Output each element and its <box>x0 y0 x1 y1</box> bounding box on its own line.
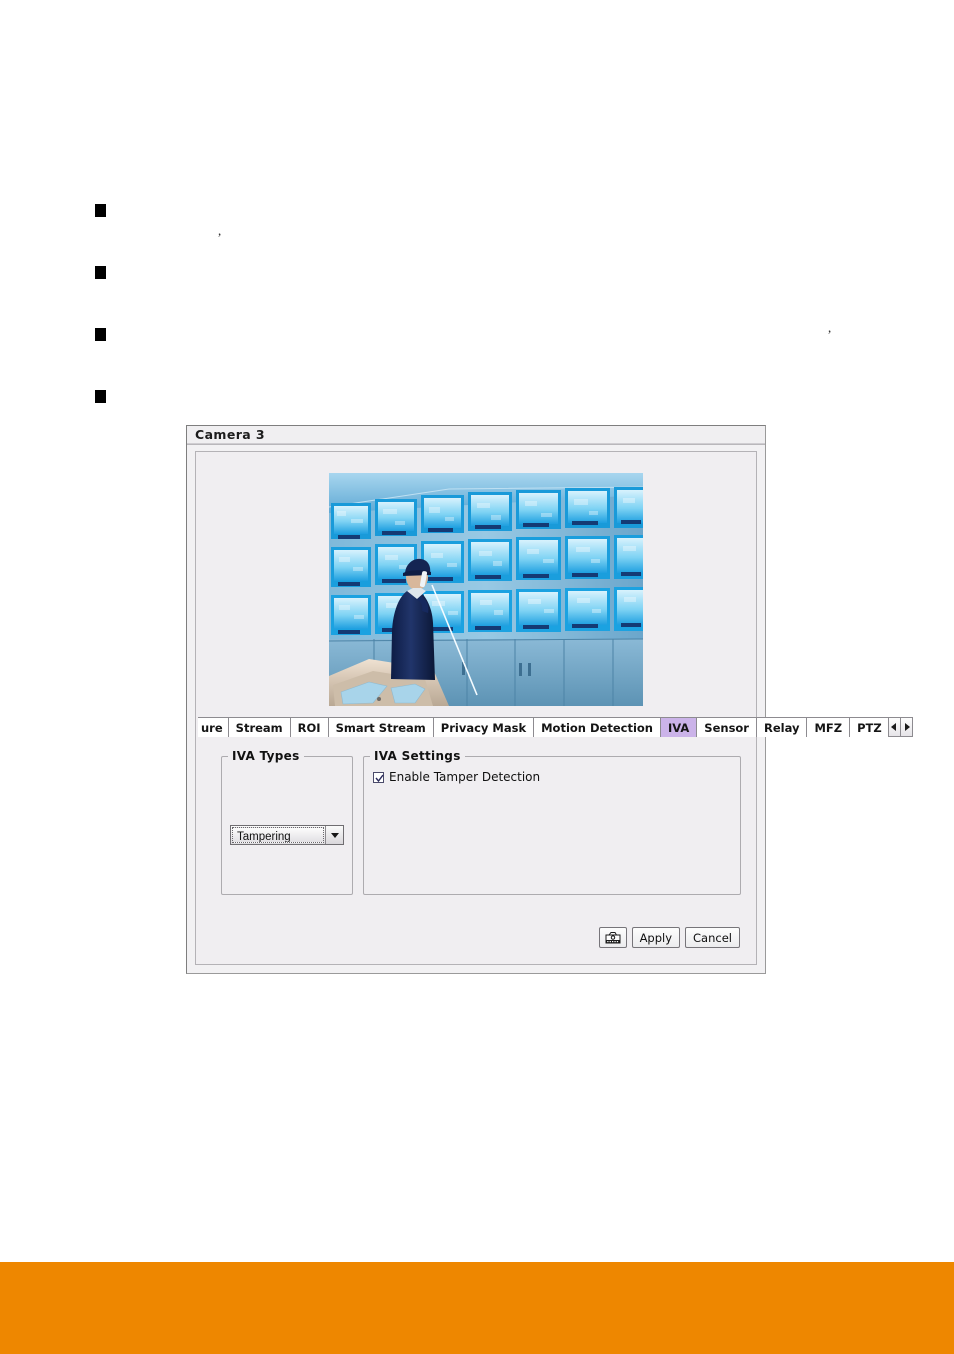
iva-settings-legend: IVA Settings <box>374 749 461 763</box>
stray-comma-mark: , <box>218 223 222 238</box>
camera-snapshot-icon <box>605 932 621 944</box>
page-accent-bar <box>0 1262 954 1354</box>
iva-settings-group: IVA Settings Enable Tamper Detection <box>363 749 741 895</box>
iva-type-selected-value: Tampering <box>232 827 324 843</box>
cctv-control-room-image <box>329 473 643 706</box>
tab-capture[interactable]: ure <box>198 717 229 737</box>
tab-smart-stream[interactable]: Smart Stream <box>327 717 434 737</box>
square-bullet-icon <box>95 266 106 279</box>
tab-privacy-mask[interactable]: Privacy Mask <box>432 717 535 737</box>
tab-roi[interactable]: ROI <box>289 717 329 737</box>
iva-type-dropdown[interactable]: Tampering <box>230 825 344 845</box>
settings-tab-strip[interactable]: ure Stream ROI Smart Stream Privacy Mask… <box>198 715 913 738</box>
checkmark-icon <box>375 774 384 782</box>
camera-settings-window: Camera 3 ure Stream ROI Smart Stream Pri… <box>186 425 913 974</box>
triangle-right-icon <box>904 723 910 731</box>
tab-scroll-right-button[interactable] <box>899 717 913 737</box>
list-item: , <box>95 198 895 260</box>
document-bullet-list: , , <box>95 198 895 446</box>
dialog-action-buttons: Apply Cancel <box>598 927 740 948</box>
window-titlebar: Camera 3 <box>187 426 765 445</box>
tab-iva[interactable]: IVA <box>659 717 698 737</box>
list-item: , <box>95 260 895 335</box>
tab-stream[interactable]: Stream <box>227 717 291 737</box>
apply-button[interactable]: Apply <box>631 927 681 948</box>
iva-tab-panel: IVA Types Tampering IVA Settings Enable … <box>198 737 754 962</box>
window-title: Camera 3 <box>195 427 265 442</box>
snapshot-button[interactable] <box>598 927 627 948</box>
iva-type-dropdown-button[interactable] <box>325 826 343 844</box>
chevron-down-icon <box>330 833 339 838</box>
enable-tamper-detection-label: Enable Tamper Detection <box>389 770 541 784</box>
iva-types-group: IVA Types Tampering <box>221 749 353 895</box>
square-bullet-icon <box>95 328 106 341</box>
tab-motion-detection[interactable]: Motion Detection <box>533 717 661 737</box>
square-bullet-icon <box>95 204 106 217</box>
tab-sensor[interactable]: Sensor <box>696 717 757 737</box>
window-body: ure Stream ROI Smart Stream Privacy Mask… <box>195 451 913 965</box>
tab-ptz[interactable]: PTZ <box>849 717 890 737</box>
iva-types-legend: IVA Types <box>232 749 300 763</box>
square-bullet-icon <box>95 390 106 403</box>
enable-tamper-detection-row[interactable]: Enable Tamper Detection <box>373 770 540 784</box>
tab-scroll-controls[interactable] <box>887 717 913 737</box>
list-item <box>95 322 895 384</box>
cancel-button[interactable]: Cancel <box>685 927 740 948</box>
tab-mfz[interactable]: MFZ <box>806 717 851 737</box>
enable-tamper-detection-checkbox[interactable] <box>373 771 384 783</box>
triangle-left-icon <box>890 723 896 731</box>
camera-preview[interactable] <box>329 473 643 706</box>
tab-relay[interactable]: Relay <box>755 717 808 737</box>
